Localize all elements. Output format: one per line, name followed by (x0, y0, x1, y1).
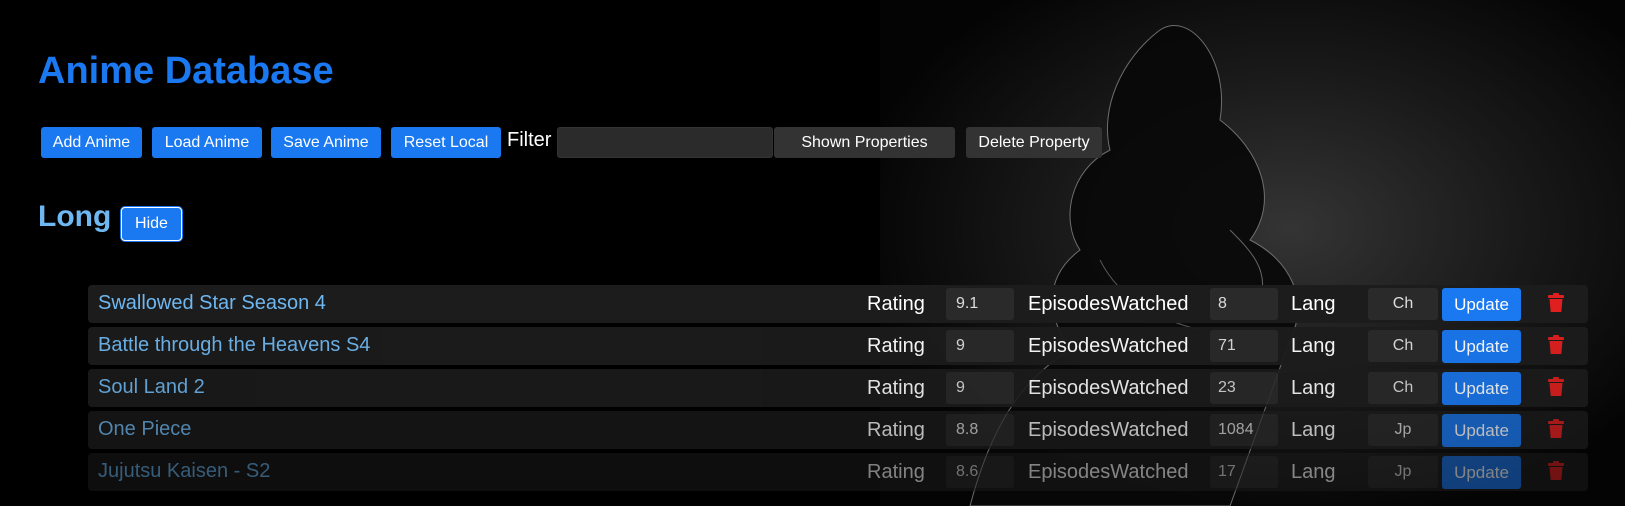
filter-input[interactable] (557, 127, 773, 158)
lang-label: Lang (1291, 335, 1336, 357)
lang-field[interactable]: Ch (1368, 288, 1438, 320)
rating-field[interactable]: 9 (946, 372, 1014, 404)
rating-field[interactable]: 9 (946, 330, 1014, 362)
episodes-label: EpisodesWatched (1028, 377, 1189, 399)
episodes-field[interactable]: 23 (1210, 372, 1278, 404)
save-anime-button[interactable]: Save Anime (271, 127, 381, 158)
filter-label: Filter (507, 129, 552, 151)
update-button[interactable]: Update (1442, 330, 1521, 363)
episodes-field[interactable]: 17 (1210, 456, 1278, 488)
trash-icon[interactable] (1547, 419, 1565, 439)
rating-field[interactable]: 9.1 (946, 288, 1014, 320)
anime-title-link[interactable]: Battle through the Heavens S4 (98, 334, 370, 357)
lang-label: Lang (1291, 293, 1336, 315)
rating-label: Rating (867, 419, 925, 441)
lang-field[interactable]: Jp (1368, 456, 1438, 488)
episodes-label: EpisodesWatched (1028, 293, 1189, 315)
hide-section-button[interactable]: Hide (121, 207, 182, 241)
list-item: One Piece Rating 8.8 EpisodesWatched 108… (88, 411, 1588, 449)
rating-label: Rating (867, 461, 925, 483)
episodes-label: EpisodesWatched (1028, 335, 1189, 357)
trash-icon[interactable] (1547, 461, 1565, 481)
update-button[interactable]: Update (1442, 456, 1521, 489)
anime-title-link[interactable]: Jujutsu Kaisen - S2 (98, 460, 270, 483)
list-item: Soul Land 2 Rating 9 EpisodesWatched 23 … (88, 369, 1588, 407)
episodes-label: EpisodesWatched (1028, 461, 1189, 483)
rating-field[interactable]: 8.8 (946, 414, 1014, 446)
episodes-field[interactable]: 1084 (1210, 414, 1278, 446)
trash-icon[interactable] (1547, 377, 1565, 397)
page-title: Anime Database (38, 50, 334, 92)
lang-field[interactable]: Ch (1368, 330, 1438, 362)
trash-icon[interactable] (1547, 293, 1565, 313)
list-item: Battle through the Heavens S4 Rating 9 E… (88, 327, 1588, 365)
update-button[interactable]: Update (1442, 288, 1521, 321)
rating-label: Rating (867, 377, 925, 399)
rating-label: Rating (867, 335, 925, 357)
lang-field[interactable]: Jp (1368, 414, 1438, 446)
section-title: Long (38, 200, 112, 233)
anime-title-link[interactable]: One Piece (98, 418, 191, 441)
lang-label: Lang (1291, 461, 1336, 483)
delete-property-button[interactable]: Delete Property (966, 127, 1102, 158)
anime-title-link[interactable]: Soul Land 2 (98, 376, 205, 399)
lang-field[interactable]: Ch (1368, 372, 1438, 404)
reset-local-button[interactable]: Reset Local (391, 127, 501, 158)
rating-field[interactable]: 8.6 (946, 456, 1014, 488)
add-anime-button[interactable]: Add Anime (41, 127, 142, 158)
load-anime-button[interactable]: Load Anime (152, 127, 262, 158)
episodes-label: EpisodesWatched (1028, 419, 1189, 441)
episodes-field[interactable]: 71 (1210, 330, 1278, 362)
anime-title-link[interactable]: Swallowed Star Season 4 (98, 292, 326, 315)
trash-icon[interactable] (1547, 335, 1565, 355)
update-button[interactable]: Update (1442, 414, 1521, 447)
list-item: Swallowed Star Season 4 Rating 9.1 Episo… (88, 285, 1588, 323)
lang-label: Lang (1291, 377, 1336, 399)
episodes-field[interactable]: 8 (1210, 288, 1278, 320)
rating-label: Rating (867, 293, 925, 315)
shown-properties-button[interactable]: Shown Properties (774, 127, 955, 158)
list-item: Jujutsu Kaisen - S2 Rating 8.6 EpisodesW… (88, 453, 1588, 491)
lang-label: Lang (1291, 419, 1336, 441)
update-button[interactable]: Update (1442, 372, 1521, 405)
